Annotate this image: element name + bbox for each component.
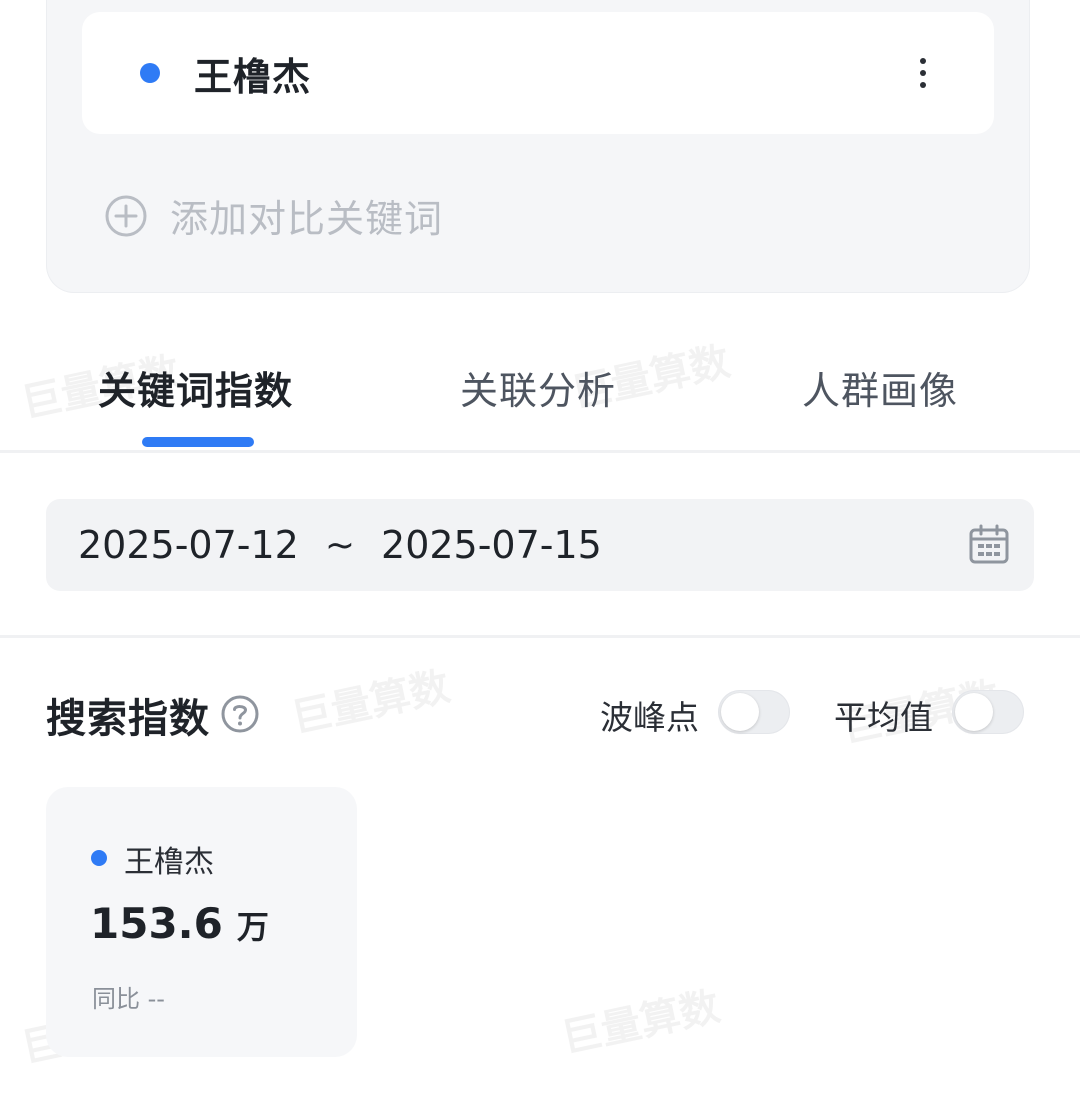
- keyword-card[interactable]: 王橹杰: [82, 12, 994, 134]
- date-end: 2025-07-15: [381, 523, 602, 567]
- active-tab-indicator: [142, 437, 254, 447]
- add-compare-keyword-label: 添加对比关键词: [170, 197, 444, 241]
- plus-circle-icon: [105, 195, 147, 236]
- date-start: 2025-07-12: [78, 523, 299, 567]
- keyword-panel: 王橹杰 添加对比关键词: [46, 0, 1030, 293]
- add-compare-keyword-button[interactable]: 添加对比关键词: [104, 188, 443, 243]
- series-color-dot: [91, 850, 107, 866]
- keyword-color-dot: [140, 63, 160, 83]
- calendar-icon[interactable]: [968, 523, 1010, 565]
- watermark: 巨量算数: [287, 663, 454, 743]
- date-range-picker[interactable]: 2025-07-12 ~ 2025-07-15: [46, 499, 1034, 591]
- date-separator: ~: [324, 524, 356, 566]
- search-index-title: 搜索指数: [46, 696, 210, 742]
- metric-unit: 万: [236, 908, 269, 946]
- yoy-label: 同比: [92, 985, 140, 1013]
- keyword-name: 王橹杰: [194, 54, 312, 99]
- metric-yoy: 同比 --: [92, 979, 165, 1014]
- metric-keyword: 王橹杰: [124, 845, 214, 880]
- peak-point-label: 波峰点: [600, 698, 699, 737]
- tab-audience-profile[interactable]: 人群画像: [802, 360, 958, 415]
- toggle-knob: [721, 693, 759, 731]
- metric-card[interactable]: 王橹杰 153.6 万 同比 --: [46, 787, 357, 1057]
- average-label: 平均值: [834, 698, 933, 737]
- peak-point-toggle[interactable]: [718, 690, 790, 734]
- question-circle-icon[interactable]: [220, 694, 260, 734]
- metric-value: 153.6: [90, 899, 223, 948]
- tab-related-analysis[interactable]: 关联分析: [460, 360, 616, 415]
- toggle-knob: [955, 693, 993, 731]
- metric-value-row: 153.6 万: [90, 899, 269, 948]
- divider: [0, 450, 1080, 453]
- tab-keyword-index[interactable]: 关键词指数: [98, 360, 293, 415]
- average-toggle[interactable]: [952, 690, 1024, 734]
- divider: [0, 635, 1080, 638]
- more-vertical-icon[interactable]: [908, 56, 938, 90]
- watermark: 巨量算数: [557, 983, 724, 1063]
- yoy-value: --: [147, 985, 165, 1013]
- tab-bar: 关键词指数 关联分析 人群画像: [0, 350, 1080, 450]
